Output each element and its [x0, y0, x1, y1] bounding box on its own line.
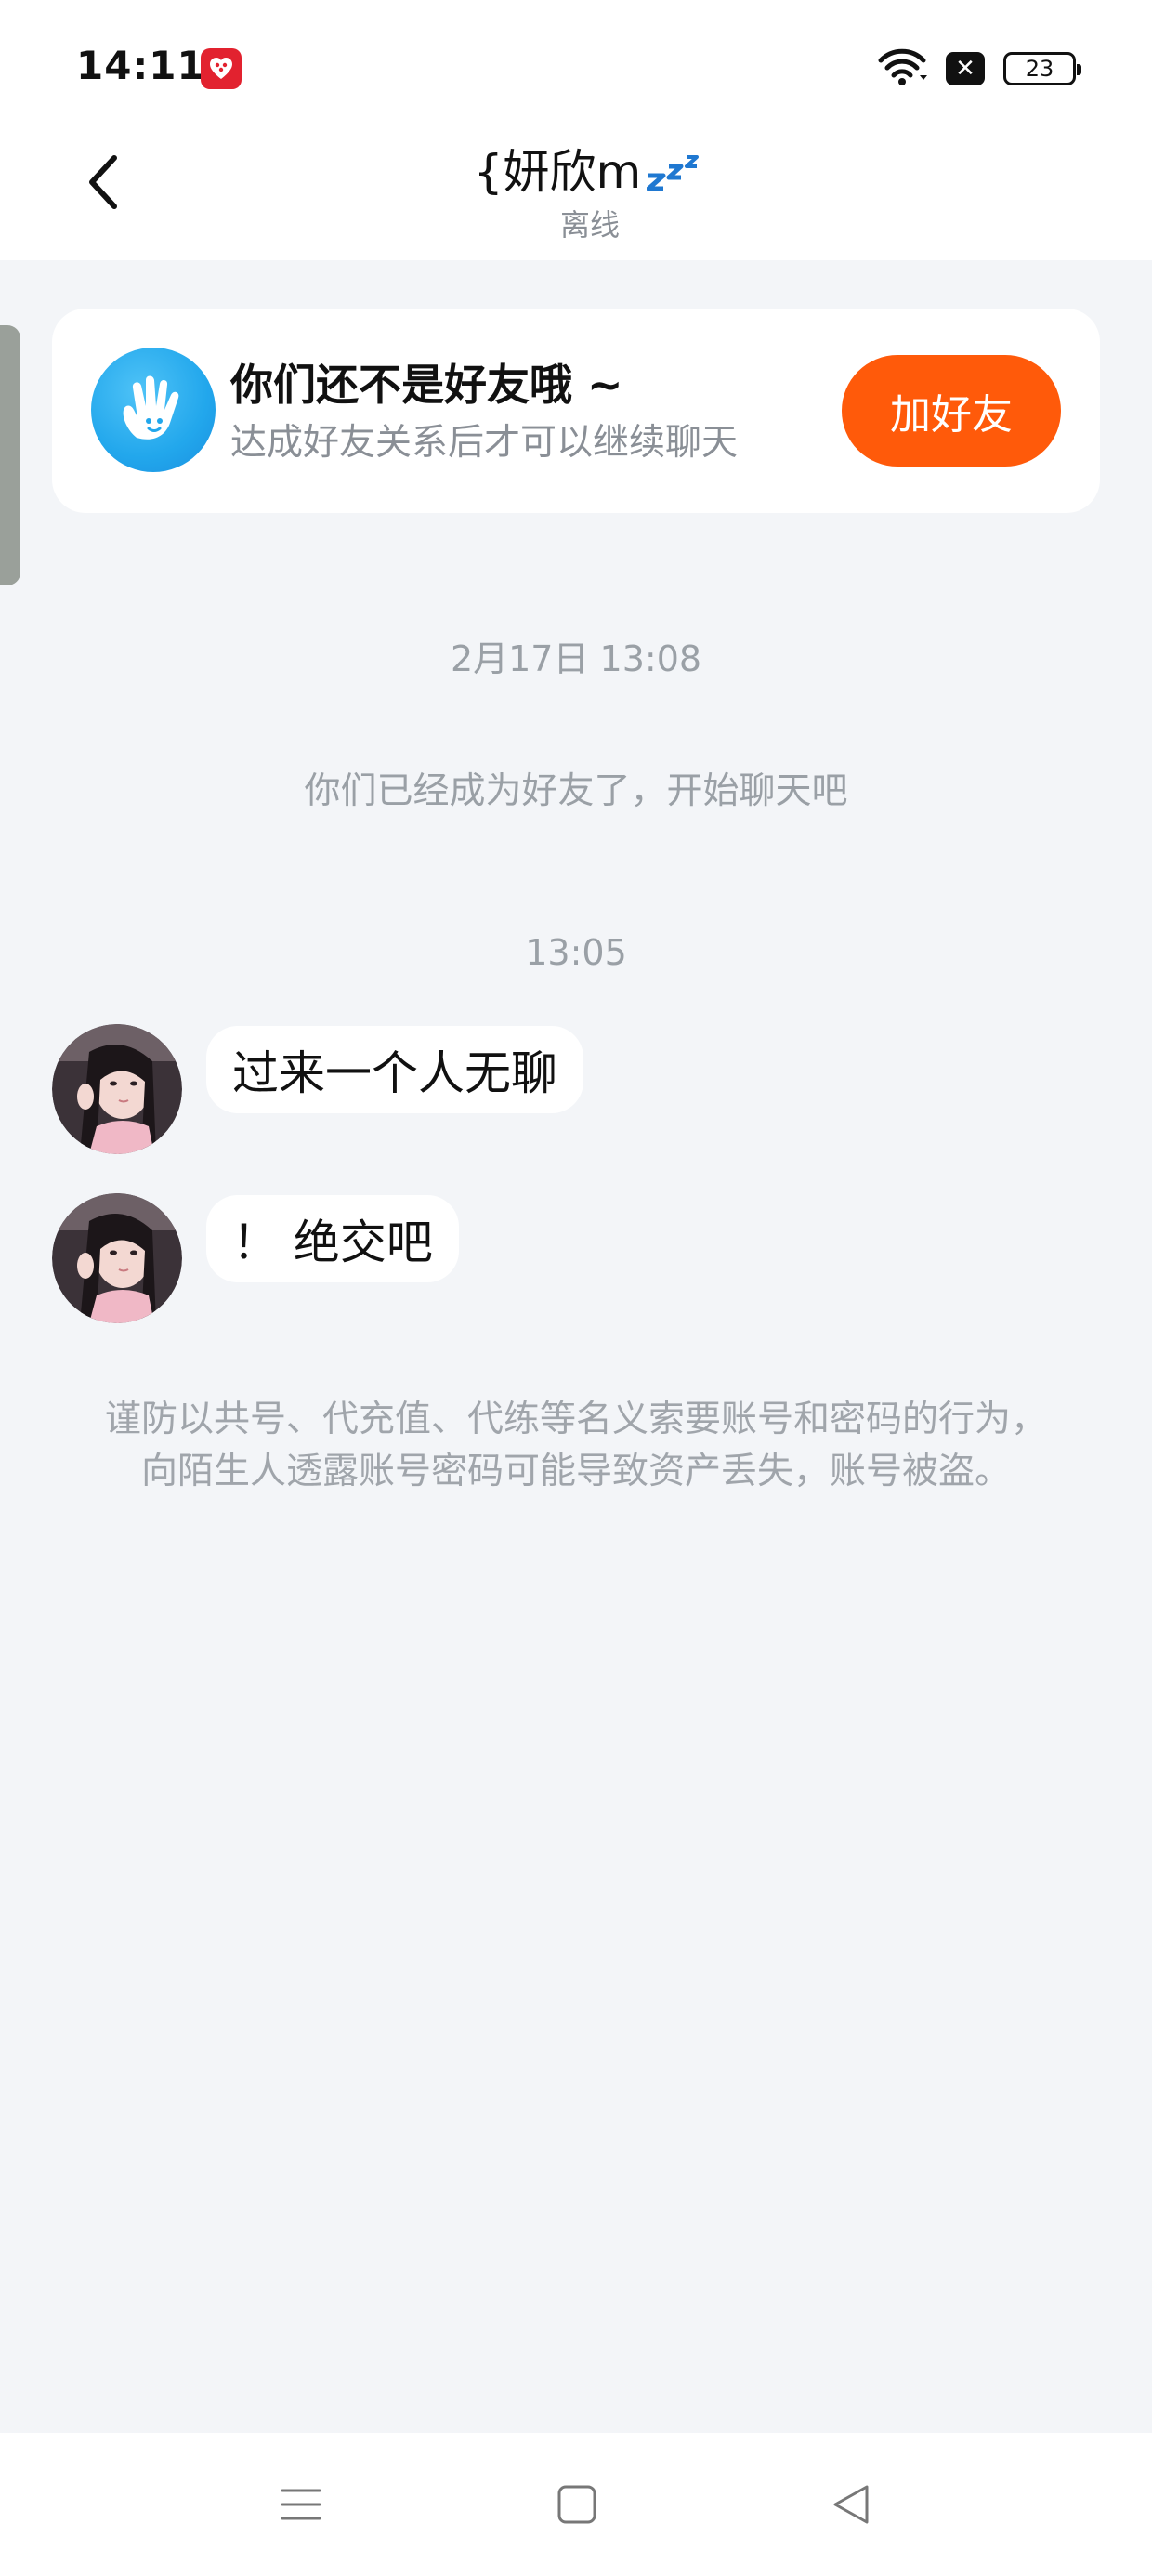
card-subtitle: 达成好友关系后才可以继续聊天 [230, 422, 739, 464]
home-button[interactable] [544, 2472, 609, 2537]
timestamp: 13:05 [525, 932, 627, 973]
add-friend-button[interactable]: 加好友 [842, 355, 1061, 467]
chat-screen: 14:11 ✕ 23 {妍欣m 离线 你们还不是好友哦 ~ 达成好友关系后才可以… [0, 0, 1152, 2576]
menu-button[interactable] [268, 2472, 334, 2537]
sleep-zzz-icon [646, 148, 706, 196]
home-square-icon [557, 2485, 596, 2524]
message-row: 过来一个人无聊 [52, 1024, 583, 1154]
battery-level: 23 [1025, 56, 1054, 82]
close-notification-icon: ✕ [946, 52, 985, 85]
chat-header: {妍欣m 离线 [0, 139, 1152, 260]
add-friend-card: 你们还不是好友哦 ~ 达成好友关系后才可以继续聊天 加好友 [52, 309, 1100, 513]
wifi-icon [877, 47, 927, 90]
status-bar: 14:11 ✕ 23 [0, 0, 1152, 139]
battery-icon: 23 [1003, 52, 1081, 85]
message-row: ！ 绝交吧 [52, 1193, 459, 1323]
app-notification-icon [201, 48, 242, 89]
system-message: 你们已经成为好友了，开始聊天吧 [304, 770, 848, 812]
status-icons: ✕ 23 [877, 47, 1081, 90]
hand-wave-icon [91, 348, 216, 472]
message-bubble[interactable]: 过来一个人无聊 [206, 1026, 583, 1113]
security-notice: 谨防以共号、代充值、代练等名义索要账号和密码的行为，向陌生人透露账号密码可能导致… [104, 1399, 1047, 1492]
system-back-button[interactable] [818, 2472, 884, 2537]
card-title: 你们还不是好友哦 ~ [230, 360, 623, 410]
edge-drawer-handle[interactable] [0, 325, 20, 585]
timestamp: 2月17日 13:08 [450, 638, 702, 679]
avatar[interactable] [52, 1193, 182, 1323]
title-block: {妍欣m 离线 [0, 139, 1152, 245]
avatar[interactable] [52, 1024, 182, 1154]
system-nav-bar [0, 2433, 1152, 2576]
page-title: {妍欣m [473, 145, 642, 199]
back-triangle-icon [833, 2485, 869, 2524]
online-status: 离线 [559, 207, 620, 243]
menu-icon [281, 2489, 321, 2520]
message-bubble[interactable]: ！ 绝交吧 [206, 1195, 459, 1282]
status-time: 14:11 [76, 43, 205, 88]
